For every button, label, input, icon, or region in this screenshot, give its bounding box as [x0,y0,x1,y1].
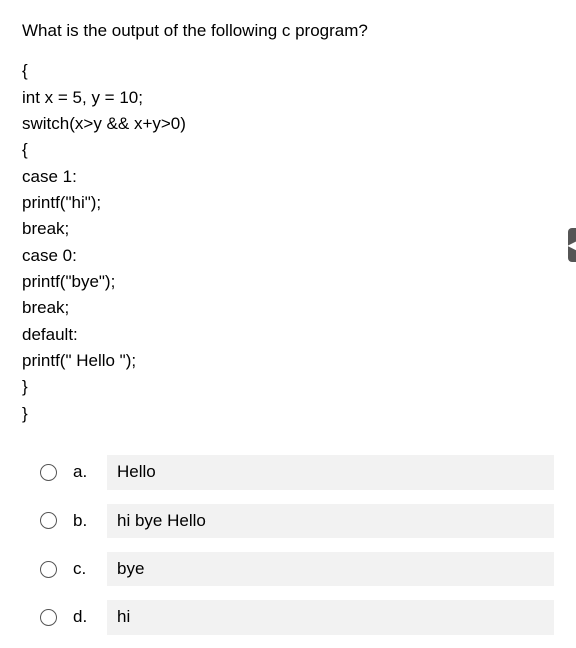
question-text: What is the output of the following c pr… [22,18,554,44]
radio-a[interactable] [40,464,57,481]
radio-c[interactable] [40,561,57,578]
option-text: Hello [107,455,554,489]
radio-b[interactable] [40,512,57,529]
side-expand-button[interactable]: ◀ [568,228,576,262]
option-b[interactable]: b. hi bye Hello [40,504,554,538]
option-letter: a. [73,459,91,485]
option-c[interactable]: c. bye [40,552,554,586]
option-d[interactable]: d. hi [40,600,554,634]
option-letter: c. [73,556,91,582]
option-text: bye [107,552,554,586]
code-block: { int x = 5, y = 10; switch(x>y && x+y>0… [22,58,554,427]
option-letter: d. [73,604,91,630]
option-letter: b. [73,508,91,534]
radio-d[interactable] [40,609,57,626]
option-a[interactable]: a. Hello [40,455,554,489]
option-text: hi bye Hello [107,504,554,538]
option-text: hi [107,600,554,634]
options-list: a. Hello b. hi bye Hello c. bye d. hi [22,455,554,634]
